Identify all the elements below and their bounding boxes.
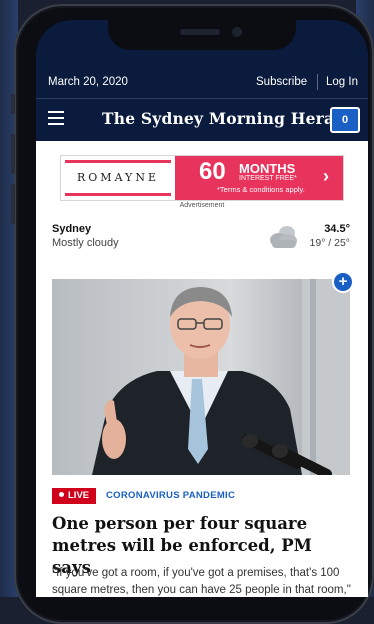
ad-offer-unit: MONTHS	[239, 161, 296, 176]
volume-up-button	[11, 134, 15, 174]
live-label: LIVE	[68, 490, 90, 501]
masthead: The Sydney Morning Herald 0	[36, 98, 368, 141]
mute-switch	[11, 94, 15, 114]
front-camera	[232, 27, 242, 37]
site-logo[interactable]: The Sydney Morning Herald	[102, 109, 351, 128]
weather-temperature: 34.5°	[324, 223, 350, 235]
article-photo[interactable]	[52, 279, 350, 475]
ad-label: Advertisement	[179, 202, 225, 209]
login-link[interactable]: Log In	[326, 76, 358, 88]
live-dot-icon	[59, 492, 64, 497]
advertisement-banner[interactable]: ROMAYNE 60 MONTHS INTEREST FREE* *Terms …	[60, 155, 344, 201]
article-summary: "If you've got a room, if you've got a p…	[52, 567, 351, 596]
volume-down-button	[11, 184, 15, 224]
ad-brand-logo: ROMAYNE	[65, 160, 171, 196]
weather-widget[interactable]: Sydney Mostly cloudy 34.5° 19° / 25°	[52, 221, 354, 255]
main-content: ROMAYNE 60 MONTHS INTEREST FREE* *Terms …	[36, 141, 368, 597]
weather-range: 19° / 25°	[309, 237, 350, 249]
chevron-right-icon: ›	[323, 166, 329, 186]
saved-articles-button[interactable]: 0	[330, 107, 360, 133]
article-category[interactable]: CORONAVIRUS PANDEMIC	[106, 490, 235, 501]
edition-date: March 20, 2020	[48, 76, 128, 88]
hamburger-menu-icon[interactable]	[48, 111, 64, 125]
weather-city: Sydney	[52, 223, 92, 235]
ad-promo-panel: 60 MONTHS INTEREST FREE* *Terms & condit…	[175, 156, 343, 200]
live-badge: LIVE	[52, 488, 96, 504]
divider	[317, 74, 318, 90]
cloud-icon	[270, 226, 297, 248]
plus-icon[interactable]: +	[334, 273, 352, 291]
phone-screen: March 20, 2020 Subscribe Log In The Sydn…	[36, 20, 368, 597]
notch	[108, 20, 296, 50]
top-bar: March 20, 2020 Subscribe Log In	[36, 70, 368, 96]
ad-offer-number: 60	[199, 158, 226, 185]
speaker-grille	[180, 29, 220, 35]
ad-offer-subtitle: INTEREST FREE*	[239, 175, 297, 182]
subscribe-link[interactable]: Subscribe	[256, 76, 307, 88]
weather-condition: Mostly cloudy	[52, 237, 119, 249]
photo-illustration	[52, 279, 350, 475]
ad-terms: *Terms & conditions apply.	[217, 185, 305, 194]
